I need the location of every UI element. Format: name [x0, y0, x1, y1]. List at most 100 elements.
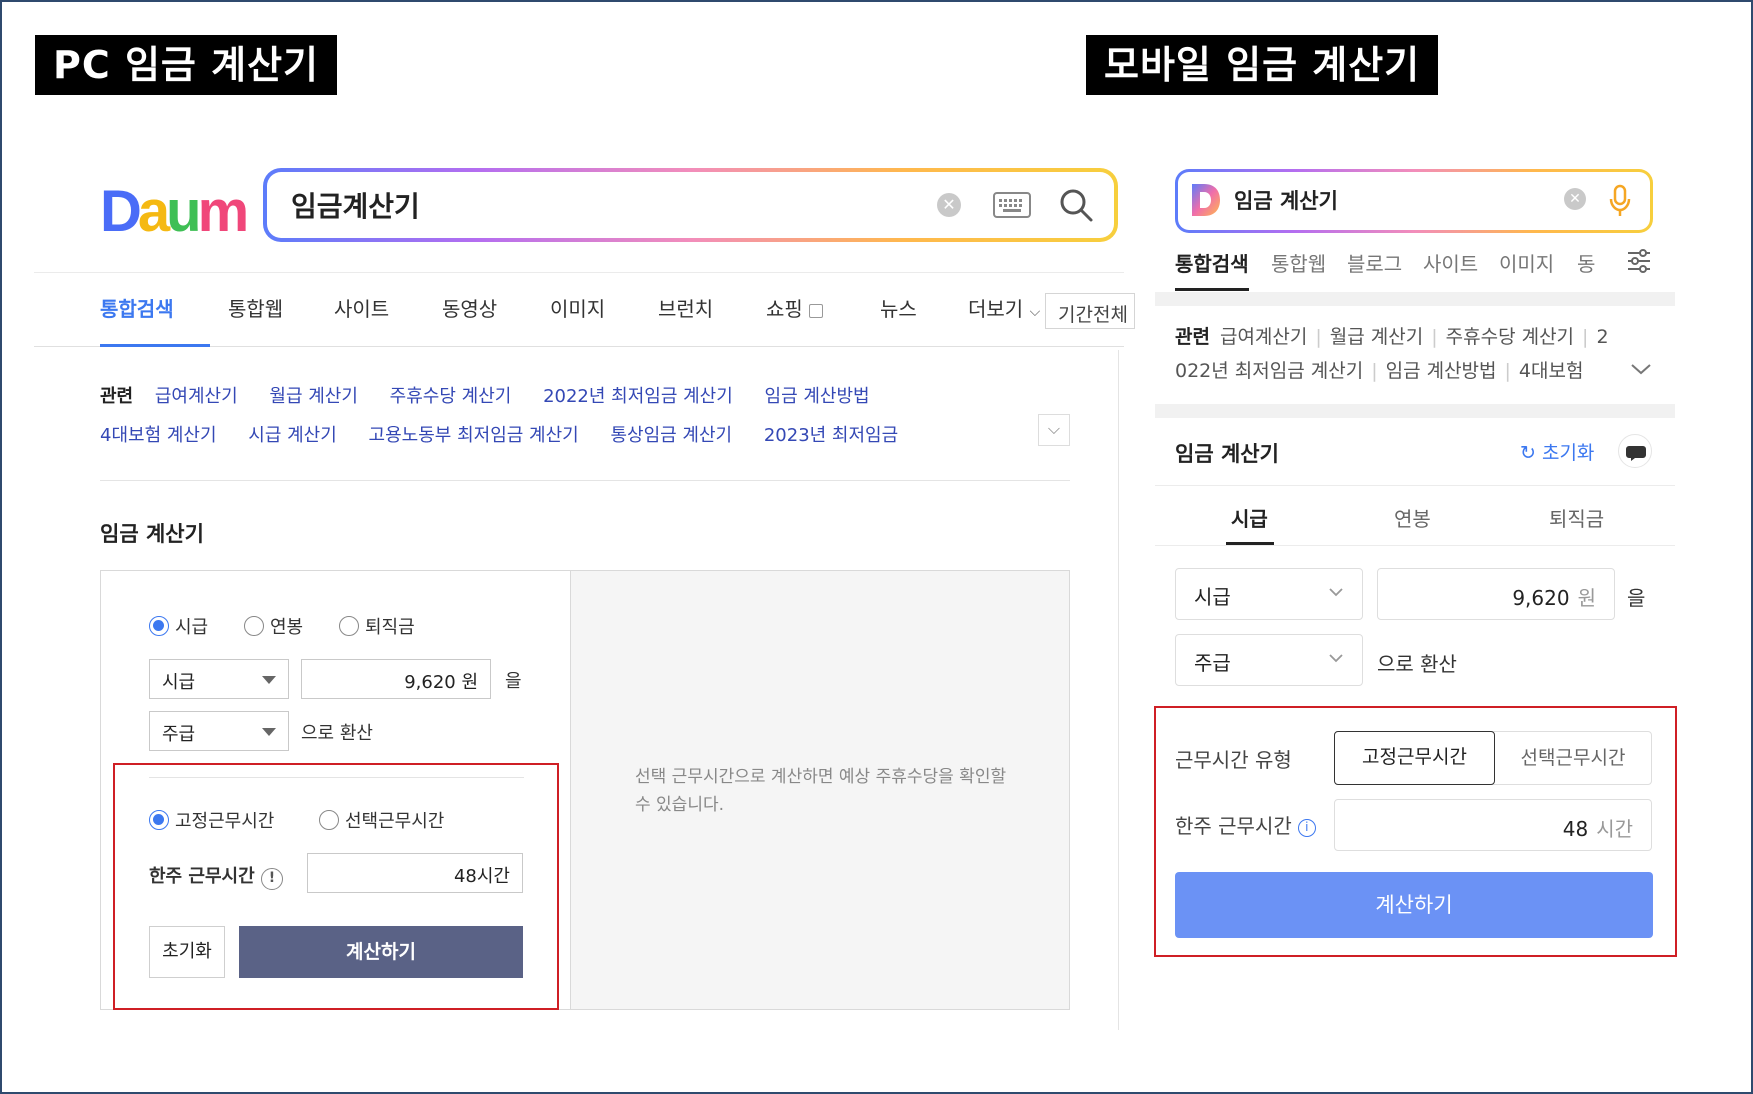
related-link[interactable]: 임금 계산방법	[1386, 360, 1497, 382]
related-link[interactable]: 2	[1596, 326, 1608, 348]
from-unit-select[interactable]: 시급	[149, 659, 289, 699]
tab-shopping[interactable]: 쇼핑	[766, 293, 824, 322]
tab-web[interactable]: 통합웹	[1271, 248, 1326, 277]
pc-calc-title: 임금 계산기	[100, 522, 204, 546]
mobile-search-box: ✕	[1175, 169, 1653, 233]
related-link[interactable]: 4대보험 계산기	[100, 425, 217, 446]
separator: |	[1315, 326, 1322, 348]
tab-more[interactable]: 더보기 ⌵	[968, 293, 1040, 322]
related-link[interactable]: 시급 계산기	[248, 425, 337, 446]
related-link[interactable]: 월급 계산기	[1330, 326, 1423, 348]
radio-hourly[interactable]: 시급	[149, 613, 208, 639]
related-link[interactable]: 주휴수당 계산기	[390, 386, 512, 407]
related-link[interactable]: 고용노동부 최저임금 계산기	[369, 425, 579, 446]
related-link[interactable]: 통상임금 계산기	[610, 425, 732, 446]
dropdown-arrow-icon	[262, 676, 276, 684]
tab-brunch[interactable]: 브런치	[658, 293, 713, 322]
mobile-calc-title: 임금 계산기	[1175, 442, 1279, 466]
pc-search-box: ✕	[263, 168, 1118, 242]
tab-site[interactable]: 사이트	[1423, 248, 1478, 277]
divider	[1155, 545, 1675, 546]
separator: |	[1431, 326, 1438, 348]
subtab-annual[interactable]: 연봉	[1394, 503, 1431, 532]
notice-text: 선택 근무시간으로 계산하면 예상 주휴수당을 확인할 수 있습니다.	[635, 767, 1007, 815]
separator: |	[1504, 360, 1511, 382]
mobile-search-inner: ✕	[1178, 172, 1650, 230]
refresh-icon: ↻	[1520, 442, 1536, 464]
mobile-related-line1: 관련 급여계산기 | 월급 계산기 | 주휴수당 계산기 | 2	[1175, 320, 1615, 354]
pc-related-row2: 4대보험 계산기 시급 계산기 고용노동부 최저임금 계산기 통상임금 계산기 …	[100, 421, 924, 447]
tab-web[interactable]: 통합웹	[228, 293, 283, 322]
related-link[interactable]: 2023년 최저임금	[764, 425, 898, 446]
related-expand-button[interactable]: ⌵	[1038, 414, 1070, 446]
tab-news[interactable]: 뉴스	[880, 293, 917, 322]
shopping-square-icon	[809, 303, 824, 318]
particle-text: 을	[1627, 586, 1646, 610]
divider	[100, 480, 1070, 481]
to-unit-select[interactable]: 주급	[1175, 634, 1363, 686]
chevron-down-icon	[1329, 588, 1343, 597]
radio-dot	[339, 616, 359, 636]
subtab-severance[interactable]: 퇴직금	[1549, 503, 1604, 532]
tab-video[interactable]: 동영상	[442, 293, 497, 322]
tab-blog[interactable]: 블로그	[1347, 248, 1402, 277]
daum-d-logo-icon[interactable]	[1190, 182, 1222, 218]
mobile-label: 모바일 임금 계산기	[1086, 35, 1439, 95]
radio-annual[interactable]: 연봉	[244, 613, 303, 639]
amount-input[interactable]: 9,620 원	[1377, 568, 1615, 620]
convert-text: 으로 환산	[301, 723, 373, 744]
tab-site[interactable]: 사이트	[334, 293, 389, 322]
mobile-search-input[interactable]	[1234, 184, 1534, 216]
from-unit-select[interactable]: 시급	[1175, 568, 1363, 620]
speech-bubble-icon	[1626, 446, 1646, 461]
related-title: 관련	[100, 386, 134, 407]
related-link[interactable]: 급여계산기	[155, 386, 238, 407]
section-gap	[1155, 292, 1675, 306]
tab-integrated[interactable]: 통합검색	[100, 293, 174, 322]
filter-sliders-icon[interactable]	[1626, 248, 1652, 274]
divider	[1155, 485, 1675, 486]
radio-dot	[149, 616, 169, 636]
subtab-hourly[interactable]: 시급	[1231, 503, 1268, 532]
pc-result-panel: 선택 근무시간으로 계산하면 예상 주휴수당을 확인할 수 있습니다.	[571, 571, 1069, 1009]
highlight-box-mobile	[1154, 706, 1677, 957]
vertical-separator	[1118, 350, 1119, 1030]
separator: |	[1371, 360, 1378, 382]
clear-icon[interactable]: ✕	[1564, 188, 1586, 210]
tab-video[interactable]: 동영상	[1577, 248, 1595, 277]
search-icon[interactable]	[1057, 186, 1095, 224]
related-link[interactable]: 임금 계산방법	[765, 386, 870, 407]
tab-integrated[interactable]: 통합검색	[1175, 248, 1249, 277]
pc-search-inner: ✕	[267, 172, 1114, 238]
amount-input[interactable]: 9,620 원	[301, 659, 491, 699]
microphone-icon[interactable]	[1608, 184, 1632, 218]
tab-image[interactable]: 이미지	[550, 293, 605, 322]
related-link[interactable]: 주휴수당 계산기	[1446, 326, 1574, 348]
reset-button[interactable]: ↻ 초기화	[1520, 438, 1594, 465]
related-link[interactable]: 2022년 최저임금 계산기	[543, 386, 733, 407]
daum-logo[interactable]: Daum	[100, 178, 249, 245]
mobile-related-line2: 022년 최저임금 계산기 | 임금 계산방법 | 4대보험	[1175, 354, 1615, 388]
particle-text: 을	[505, 671, 522, 692]
related-link[interactable]: 월급 계산기	[269, 386, 358, 407]
related-link[interactable]: 급여계산기	[1220, 326, 1307, 348]
to-unit-select[interactable]: 주급	[149, 711, 289, 751]
highlight-box-pc	[113, 763, 559, 1010]
mobile-tab-bar: 통합검색 통합웹 블로그 사이트 이미지 동영상	[1175, 240, 1595, 280]
pc-tab-bar: 통합검색 통합웹 사이트 동영상 이미지 브런치 쇼핑 뉴스 더보기 ⌵	[34, 272, 1124, 347]
tab-image[interactable]: 이미지	[1499, 248, 1554, 277]
dropdown-arrow-icon	[262, 728, 276, 736]
period-filter[interactable]: 기간전체	[1045, 293, 1135, 329]
active-tab-indicator	[1175, 288, 1249, 291]
radio-dot	[244, 616, 264, 636]
chevron-down-icon[interactable]	[1630, 362, 1652, 376]
keyboard-icon[interactable]	[993, 192, 1031, 218]
radio-severance[interactable]: 퇴직금	[339, 613, 415, 639]
related-link[interactable]: 022년 최저임금 계산기	[1175, 360, 1363, 382]
pc-search-input[interactable]	[291, 184, 911, 226]
active-tab-indicator	[100, 344, 210, 347]
feedback-button[interactable]	[1618, 434, 1652, 468]
chevron-down-icon	[1329, 654, 1343, 663]
clear-icon[interactable]: ✕	[937, 193, 961, 217]
related-link[interactable]: 4대보험	[1519, 360, 1584, 382]
